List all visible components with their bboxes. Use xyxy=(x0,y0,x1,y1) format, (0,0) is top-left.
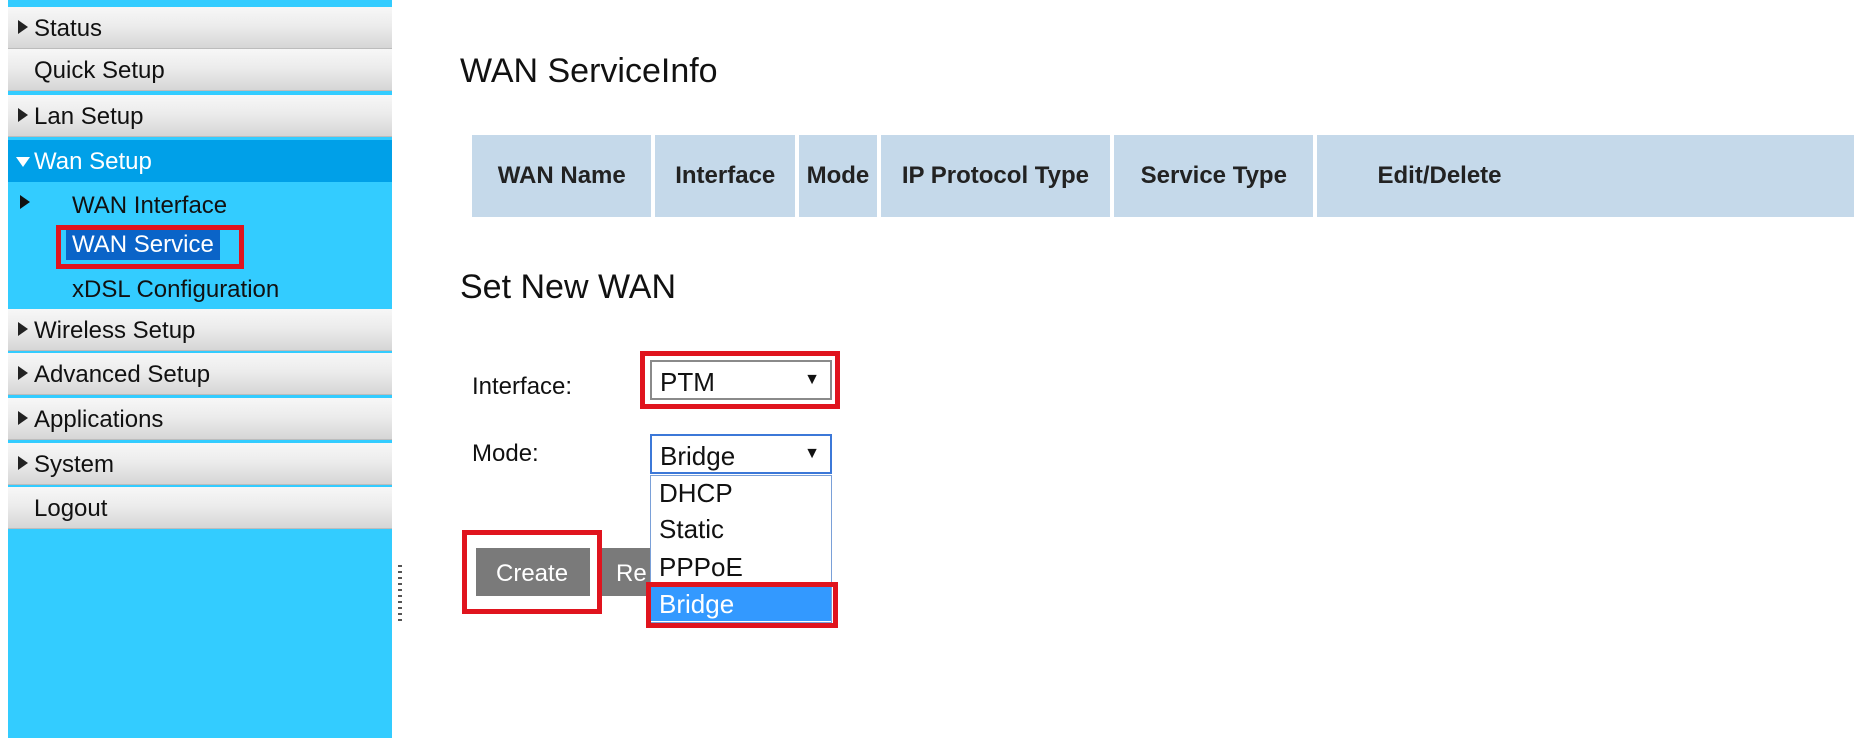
sidebar-item-label: Wireless Setup xyxy=(34,317,196,344)
dropdown-arrow-icon: ▼ xyxy=(804,445,820,462)
sidebar-item-label: System xyxy=(34,451,115,478)
column-header-wan-name: WAN Name xyxy=(472,135,652,217)
sidebar-item-system[interactable]: System xyxy=(8,443,392,485)
sidebar-item-label: Advanced Setup xyxy=(34,361,211,388)
mode-option-bridge[interactable]: Bridge xyxy=(651,587,831,621)
interface-label: Interface: xyxy=(472,373,573,400)
sidebar-subitem-xdsl-configuration[interactable]: xDSL Configuration xyxy=(8,267,392,309)
sidebar-item-label: Lan Setup xyxy=(34,103,144,130)
mode-option-dhcp[interactable]: DHCP xyxy=(651,476,831,510)
sidebar-item-label: Status xyxy=(34,15,103,42)
column-header-edit-delete: Edit/Delete xyxy=(1317,135,1854,217)
sidebar-item-quick-setup[interactable]: Quick Setup xyxy=(8,49,392,91)
column-header-ip-protocol-type: IP Protocol Type xyxy=(880,135,1111,217)
resize-handle[interactable] xyxy=(398,565,402,625)
sidebar-item-label: Wan Setup xyxy=(34,148,152,175)
sidebar-item-advanced-setup[interactable]: Advanced Setup xyxy=(8,353,392,395)
column-header-interface: Interface xyxy=(655,135,796,217)
wan-service-table: WAN Name Interface Mode IP Protocol Type… xyxy=(472,135,1854,217)
mode-select[interactable]: Bridge ▼ xyxy=(650,434,832,474)
expand-arrow-icon xyxy=(18,322,28,336)
expand-arrow-icon xyxy=(20,195,30,209)
sidebar-item-applications[interactable]: Applications xyxy=(8,398,392,440)
sidebar-item-lan-setup[interactable]: Lan Setup xyxy=(8,95,392,137)
mode-dropdown-list: DHCP Static PPPoE Bridge xyxy=(650,475,832,623)
collapse-arrow-icon xyxy=(16,157,30,167)
sidebar-subitem-wan-interface[interactable]: WAN Interface xyxy=(8,183,392,225)
main-content: WAN ServiceInfo WAN Name Interface Mode … xyxy=(460,0,1854,738)
column-header-mode: Mode xyxy=(799,135,877,217)
sidebar-item-wan-setup[interactable]: Wan Setup xyxy=(8,140,392,182)
expand-arrow-icon xyxy=(18,108,28,122)
sidebar-subitem-label: WAN Interface xyxy=(72,192,228,219)
sidebar-subitem-label: WAN Service xyxy=(66,230,220,260)
column-header-service-type: Service Type xyxy=(1114,135,1314,217)
sidebar-item-label: Quick Setup xyxy=(34,57,165,84)
wan-service-info-title: WAN ServiceInfo xyxy=(460,52,718,90)
set-new-wan-title: Set New WAN xyxy=(460,268,677,306)
sidebar-item-label: Applications xyxy=(34,406,164,433)
sidebar-item-label: Logout xyxy=(34,495,108,522)
interface-select[interactable]: PTM ▼ xyxy=(650,360,832,400)
mode-label: Mode: xyxy=(472,440,539,467)
expand-arrow-icon xyxy=(18,20,28,34)
mode-option-pppoe[interactable]: PPPoE xyxy=(651,550,831,584)
mode-option-static[interactable]: Static xyxy=(651,512,831,546)
expand-arrow-icon xyxy=(18,456,28,470)
sidebar-item-status[interactable]: Status xyxy=(8,7,392,49)
sidebar-subitem-wan-service[interactable]: WAN Service xyxy=(8,226,392,268)
create-button[interactable]: Create xyxy=(476,548,590,596)
mode-select-value: Bridge xyxy=(660,441,736,471)
sidebar-nav: Status Quick Setup Lan Setup Wan Setup W… xyxy=(8,0,392,738)
sidebar-item-wireless-setup[interactable]: Wireless Setup xyxy=(8,309,392,351)
expand-arrow-icon xyxy=(18,411,28,425)
sidebar-subitem-label: xDSL Configuration xyxy=(72,276,280,303)
interface-select-value: PTM xyxy=(660,367,715,397)
dropdown-arrow-icon: ▼ xyxy=(804,371,820,388)
expand-arrow-icon xyxy=(18,366,28,380)
sidebar-item-logout[interactable]: Logout xyxy=(8,487,392,529)
